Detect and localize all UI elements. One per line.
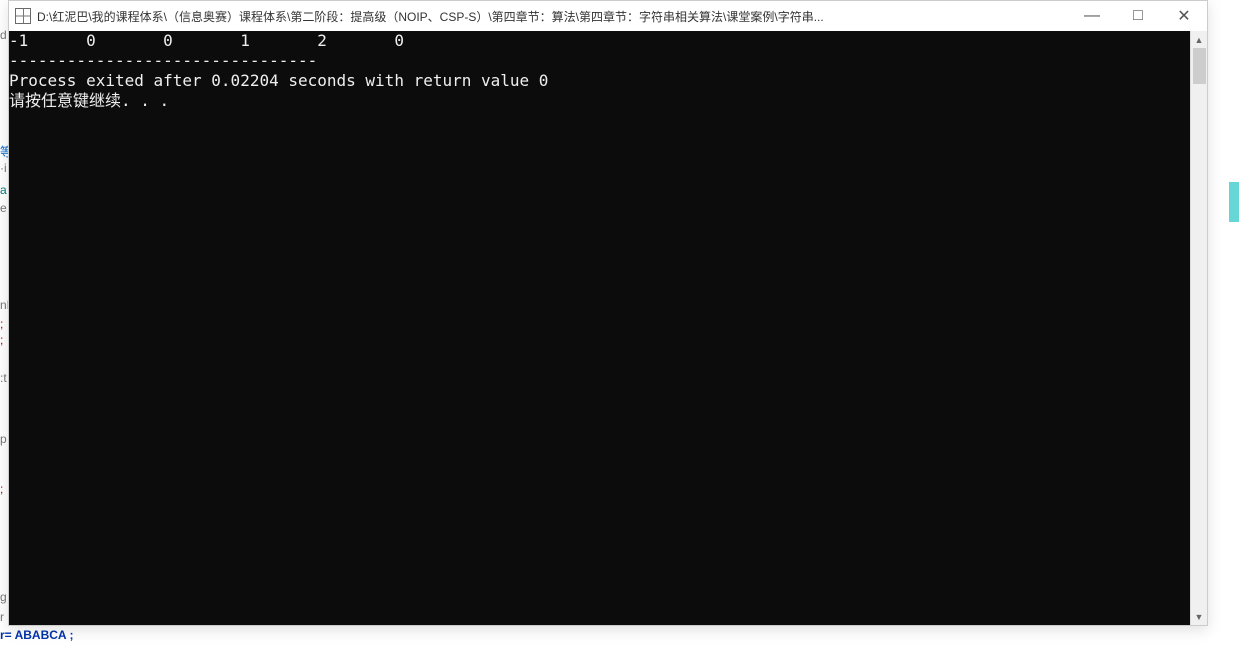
close-button[interactable]: ✕: [1161, 1, 1207, 31]
window-title: D:\红泥巴\我的课程体系\（信息奥赛）课程体系\第二阶段：提高级（NOIP、C…: [37, 8, 1069, 25]
console-window: D:\红泥巴\我的课程体系\（信息奥赛）课程体系\第二阶段：提高级（NOIP、C…: [8, 0, 1208, 626]
bg-fragment: a: [0, 183, 7, 197]
bg-fragment: g: [0, 590, 7, 604]
scroll-thumb[interactable]: [1193, 48, 1206, 84]
console-divider: --------------------------------: [9, 51, 317, 70]
console-line: Process exited after 0.02204 seconds wit…: [9, 71, 548, 90]
vertical-scrollbar[interactable]: ▲ ▼: [1190, 31, 1207, 625]
scroll-up-button[interactable]: ▲: [1191, 31, 1207, 48]
bg-fragment: ;: [0, 333, 3, 347]
console-line: 请按任意键继续. . .: [9, 91, 169, 110]
bg-fragment: d: [0, 28, 7, 42]
bg-fragment: r= ABABCA ;: [0, 628, 73, 642]
bg-fragment: :t: [0, 371, 7, 385]
console-output[interactable]: -1 0 0 1 2 0 ---------------------------…: [9, 31, 1190, 625]
client-area: -1 0 0 1 2 0 ---------------------------…: [9, 31, 1207, 625]
bg-fragment: ;: [0, 317, 3, 331]
titlebar[interactable]: D:\红泥巴\我的课程体系\（信息奥赛）课程体系\第二阶段：提高级（NOIP、C…: [9, 1, 1207, 31]
selection-highlight: [1229, 182, 1239, 222]
app-icon: [15, 8, 31, 24]
bg-fragment: ·i: [0, 161, 7, 175]
scroll-down-button[interactable]: ▼: [1191, 608, 1207, 625]
bg-fragment: r: [0, 610, 4, 624]
minimize-button[interactable]: —: [1069, 1, 1115, 31]
bg-fragment: e: [0, 201, 7, 215]
bg-fragment: ;: [0, 482, 3, 496]
bg-fragment: p: [0, 432, 7, 446]
console-line: -1 0 0 1 2 0: [9, 31, 404, 50]
maximize-button[interactable]: □: [1115, 1, 1161, 31]
